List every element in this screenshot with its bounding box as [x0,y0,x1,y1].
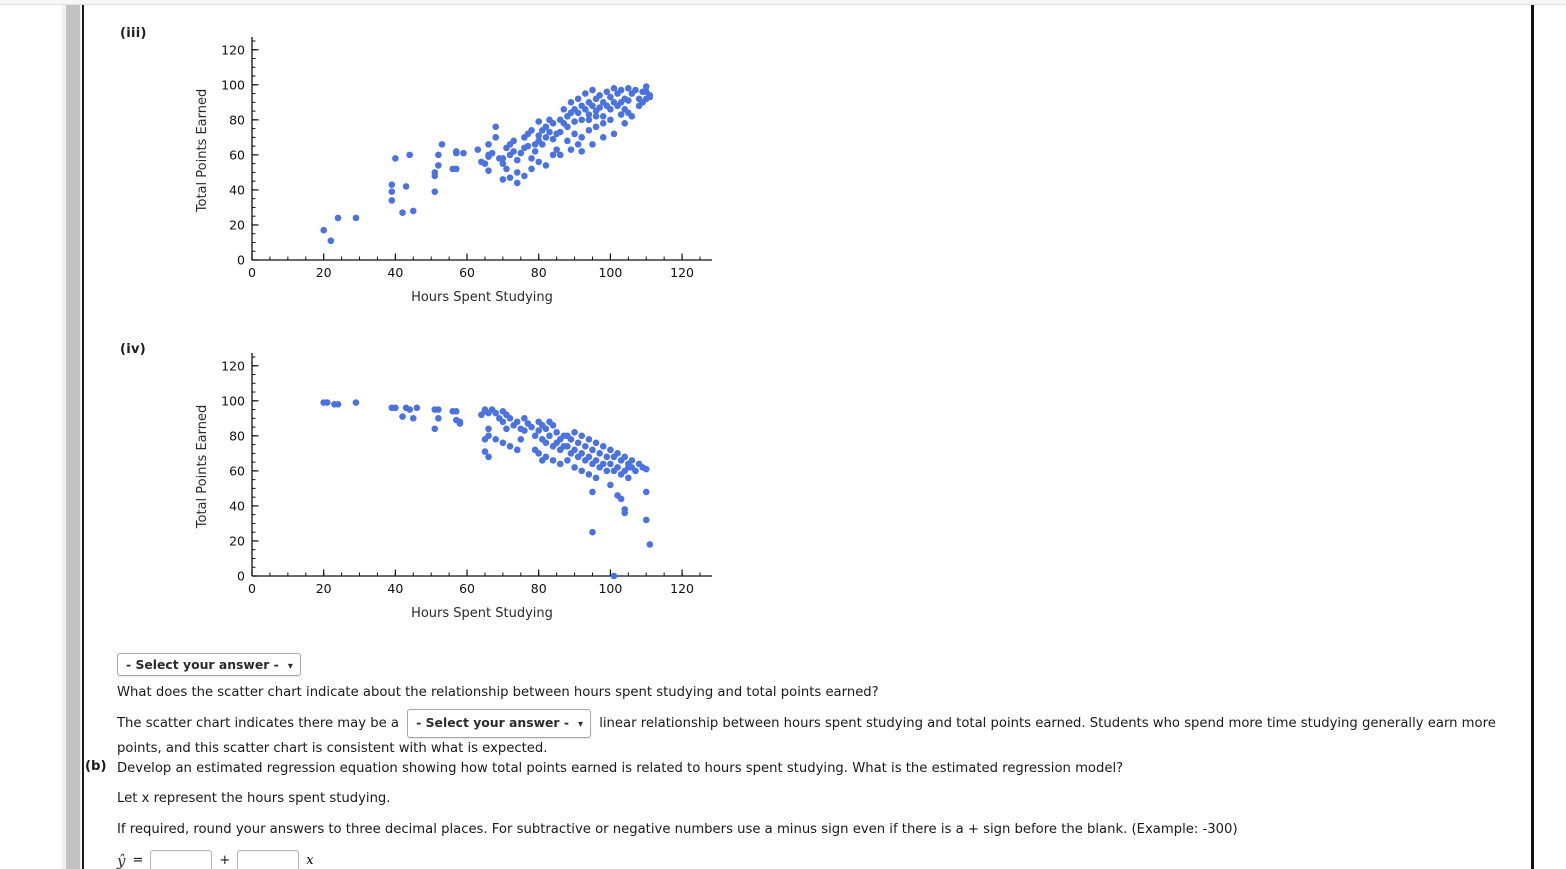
svg-text:120: 120 [221,42,245,57]
svg-text:0: 0 [248,581,256,596]
chevron-down-icon: ▾ [287,661,293,672]
svg-text:100: 100 [598,265,622,280]
svg-text:120: 120 [670,581,694,596]
content-area: (iii) 0 20 40 60 80 100 120 0 20 40 60 80 100 120 Hour… [85,5,1531,869]
answer-select-inline-label: - Select your answer - [416,715,569,731]
x-variable-label: x [306,853,314,869]
answer-select-inline[interactable]: - Select your answer - ▾ [407,709,592,738]
answer-select-top-label: - Select your answer - [126,657,279,672]
svg-text:20: 20 [316,265,332,280]
vertical-scrollbar-thumb[interactable] [66,5,80,869]
question-area: - Select your answer - ▾ What does the sc… [117,653,1517,759]
svg-text:0: 0 [248,265,256,280]
svg-text:Total Points Earned: Total Points Earned [195,89,210,213]
svg-text:80: 80 [531,581,547,596]
svg-text:120: 120 [221,358,245,373]
answer-select-top[interactable]: - Select your answer - ▾ [117,653,301,676]
svg-text:0: 0 [237,569,245,584]
svg-text:Hours Spent Studying: Hours Spent Studying [411,606,553,621]
svg-text:100: 100 [221,393,245,408]
chart-iv-part-label: (iv) [120,342,147,357]
svg-text:40: 40 [387,265,403,280]
scatter-chart-iv-svg: 0 20 40 60 80 100 120 0 20 40 60 80 100 120 Hours Spen… [195,353,712,621]
svg-text:20: 20 [229,217,245,232]
svg-text:0: 0 [237,253,245,268]
intercept-input[interactable] [150,850,213,869]
question-prompt: What does the scatter chart indicate abo… [117,685,879,700]
plus-symbol: + [219,853,231,869]
svg-text:40: 40 [387,581,403,596]
content-frame-right-border [1531,5,1534,869]
scatter-chart-iii: 0 20 40 60 80 100 120 0 20 40 60 80 100 120 Hours Spen… [145,27,765,321]
svg-text:60: 60 [459,265,475,280]
scatter-chart-iv: 0 20 40 60 80 100 120 0 20 40 60 80 100 120 Hours Spen… [145,343,765,637]
svg-text:40: 40 [229,182,245,197]
svg-text:Hours Spent Studying: Hours Spent Studying [411,290,553,305]
answer-prefix: The scatter chart indicates there may be… [117,716,399,732]
scatter-chart-iii-svg: 0 20 40 60 80 100 120 0 20 40 60 80 100 120 Hours Spen… [195,37,712,305]
part-b-rounding-note: If required, round your answers to three… [117,821,1238,837]
part-b-let-line: Let x represent the hours spent studying… [117,791,391,807]
part-b-question: Develop an estimated regression equation… [117,761,1124,776]
answer-sentence: The scatter chart indicates there may be… [117,709,1507,759]
svg-text:80: 80 [229,428,245,443]
svg-text:100: 100 [598,581,622,596]
svg-text:100: 100 [221,77,245,92]
chevron-down-icon: ▾ [578,719,584,731]
svg-text:Total Points Earned: Total Points Earned [195,405,210,529]
slope-input[interactable] [237,850,300,869]
svg-text:40: 40 [229,498,245,513]
part-b-area: (b) Develop an estimated regression equa… [85,757,1505,869]
svg-text:60: 60 [229,463,245,478]
part-b-marker: (b) [85,759,107,774]
y-hat-symbol: ŷ [117,851,126,869]
svg-text:80: 80 [229,112,245,127]
svg-text:20: 20 [316,581,332,596]
svg-text:80: 80 [531,265,547,280]
page-root: (iii) 0 20 40 60 80 100 120 0 20 40 60 80 100 120 Hour… [0,0,1566,869]
content-frame-left-border [82,5,84,869]
svg-text:120: 120 [670,265,694,280]
equals-symbol: = [132,853,144,869]
chart-iii-part-label: (iii) [120,26,147,41]
regression-equation-row: ŷ = + x [85,850,1505,869]
svg-text:20: 20 [229,533,245,548]
svg-text:60: 60 [229,147,245,162]
svg-text:60: 60 [459,581,475,596]
